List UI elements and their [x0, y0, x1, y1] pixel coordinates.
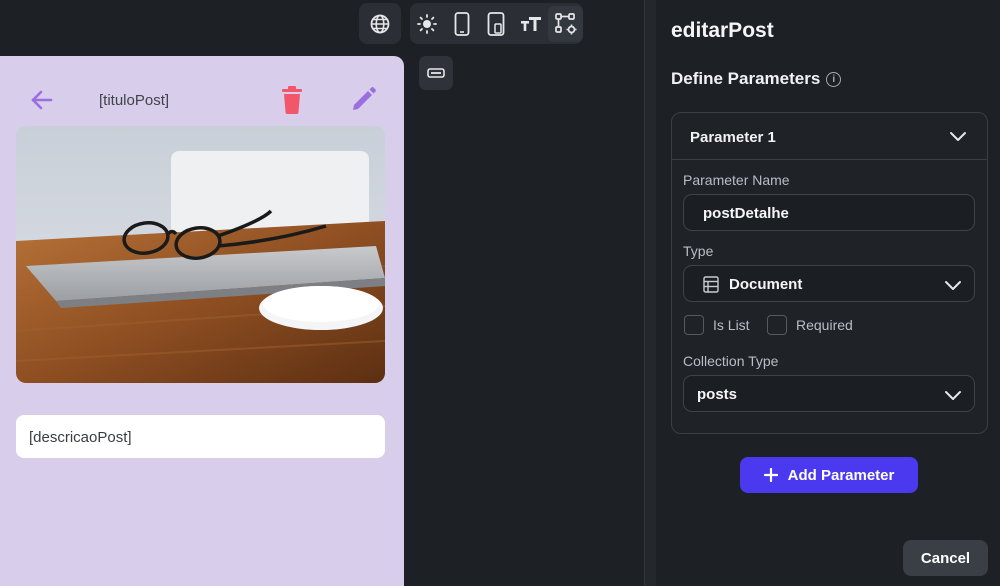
cancel-button[interactable]: Cancel	[903, 540, 988, 576]
post-image	[16, 126, 385, 383]
collection-type-label: Collection Type	[683, 353, 779, 369]
sun-icon[interactable]	[410, 6, 445, 42]
document-icon	[703, 276, 719, 293]
arrow-left-icon[interactable]	[28, 86, 56, 114]
tablet-icon[interactable]	[479, 6, 514, 42]
page-title: [tituloPost]	[99, 92, 170, 109]
is-list-checkbox[interactable]	[684, 315, 704, 335]
is-list-label: Is List	[713, 317, 750, 333]
add-parameter-button[interactable]: Add Parameter	[740, 457, 918, 493]
text-size-icon[interactable]	[514, 6, 549, 42]
chevron-up-icon[interactable]	[949, 131, 967, 142]
parameter-header-label: Parameter 1	[690, 129, 776, 146]
flow-settings-icon[interactable]	[548, 5, 583, 42]
add-parameter-label: Add Parameter	[787, 466, 895, 484]
parameter-name-value: postDetalhe	[703, 205, 789, 222]
type-dropdown[interactable]: Document	[683, 265, 975, 302]
chevron-down-icon	[945, 391, 961, 400]
phone-preview: [tituloPost] [descricaoPost]	[0, 56, 404, 586]
parameter-name-label: Parameter Name	[683, 172, 790, 188]
section-title-label: Define Parameters	[671, 69, 821, 88]
phone-icon[interactable]	[445, 6, 480, 42]
type-label: Type	[683, 243, 714, 259]
type-value: Document	[729, 276, 803, 293]
panel-divider[interactable]	[644, 0, 656, 586]
info-icon[interactable]: i	[826, 71, 842, 87]
collection-type-value: posts	[697, 386, 738, 403]
collection-type-dropdown[interactable]: posts	[683, 375, 975, 412]
trash-icon[interactable]	[278, 84, 306, 116]
plus-icon	[763, 468, 778, 482]
app-bar: [tituloPost]	[0, 56, 404, 126]
section-title: Define Parameters i	[671, 69, 842, 89]
toolbar-device-group	[410, 3, 583, 44]
required-checkbox[interactable]	[767, 315, 787, 335]
panel-title: editarPost	[671, 19, 774, 42]
parameter-header[interactable]: Parameter 1	[672, 113, 987, 160]
description-text: [descricaoPost]	[16, 415, 385, 458]
parameter-name-input[interactable]: postDetalhe	[683, 194, 975, 231]
required-label: Required	[796, 317, 853, 333]
globe-icon[interactable]	[362, 6, 398, 42]
chevron-down-icon	[945, 281, 961, 290]
widget-icon[interactable]	[419, 56, 453, 90]
toolbar-left-group	[359, 3, 401, 44]
pencil-icon[interactable]	[350, 85, 378, 113]
